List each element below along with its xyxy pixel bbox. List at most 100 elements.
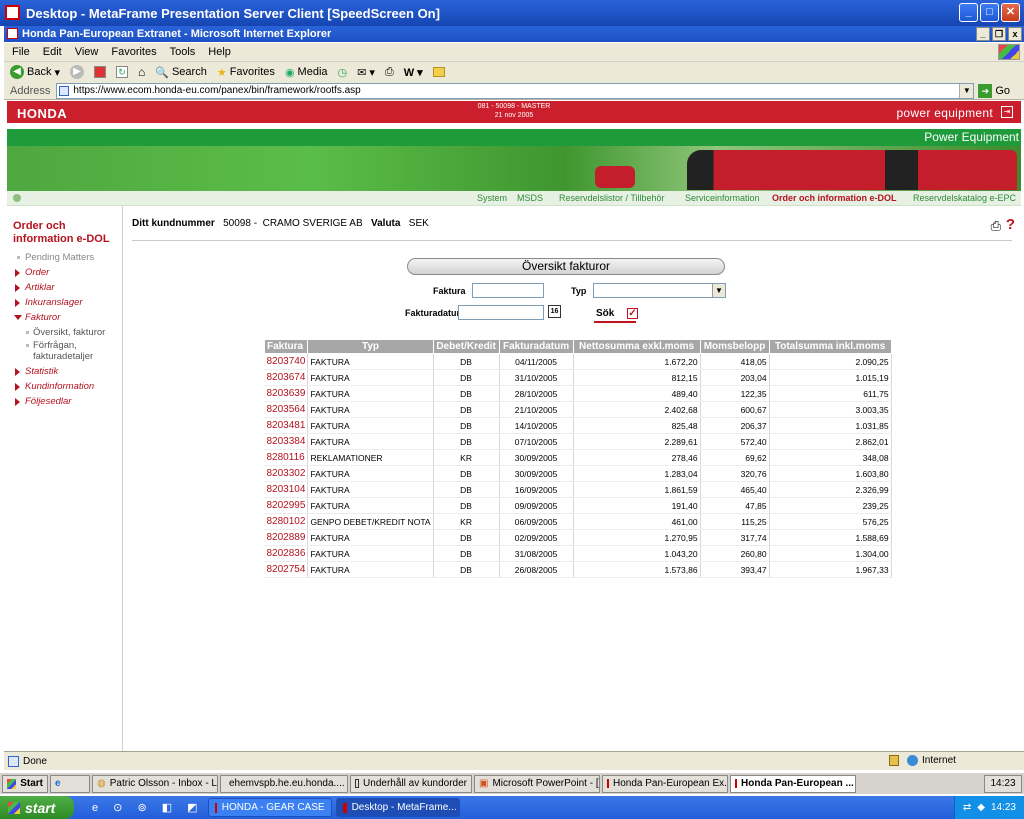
ie-minimize-button[interactable]: _: [976, 27, 990, 41]
taskbar-item-underhall[interactable]: Underhåll av kundorder: [350, 774, 472, 793]
invoice-number-link[interactable]: 8203740: [264, 353, 309, 370]
calendar-icon[interactable]: 16: [548, 305, 561, 318]
invoice-number-link[interactable]: 8203104: [264, 481, 309, 498]
sidebar-subitem-forfragan[interactable]: Förfrågan, fakturadetaljer: [13, 340, 122, 362]
sok-checkbox[interactable]: ✓: [627, 308, 638, 319]
table-row[interactable]: 8202889 FAKTURA DB 02/09/2005 1.270,95 317,74…: [264, 529, 892, 546]
refresh-icon[interactable]: ↻: [116, 66, 128, 78]
sok-underline: [594, 321, 636, 323]
table-row[interactable]: 8203481 FAKTURA DB 14/10/2005 825,48 206,37 1.…: [264, 417, 892, 434]
quicklaunch-icons[interactable]: e ⊙ ⊚ ◧ ◩: [92, 801, 204, 814]
sidebar-item-order[interactable]: Order: [13, 265, 122, 280]
invoice-number-link[interactable]: 8202995: [264, 497, 309, 514]
menu-file[interactable]: File: [12, 46, 30, 58]
fakturadatum-input[interactable]: [458, 305, 544, 320]
taskbar-item-honda-ex[interactable]: Honda Pan-European Ex...: [602, 774, 728, 793]
history-icon[interactable]: ◷: [338, 66, 348, 79]
sok-label[interactable]: Sök: [596, 308, 614, 319]
nav-system[interactable]: System: [477, 193, 507, 203]
invoice-type: FAKTURA: [307, 545, 434, 562]
favorites-button[interactable]: ★ Favorites: [217, 66, 275, 79]
invoice-date: 31/08/2005: [499, 545, 574, 562]
menu-favorites[interactable]: Favorites: [111, 46, 156, 58]
back-button[interactable]: ◀ Back ▾: [10, 65, 60, 79]
address-input[interactable]: https://www.ecom.honda-eu.com/panex/bin/…: [56, 82, 975, 99]
taskbar-item-powerpoint[interactable]: ▣ Microsoft PowerPoint - [...: [474, 774, 600, 793]
search-button[interactable]: 🔍 Search: [155, 66, 207, 79]
sidebar-item-fakturor[interactable]: Fakturor: [13, 310, 122, 325]
quicklaunch-ie-icon[interactable]: e: [50, 774, 90, 793]
invoice-number-link[interactable]: 8203384: [264, 433, 309, 450]
invoice-number-link[interactable]: 8203674: [264, 369, 309, 386]
menu-tools[interactable]: Tools: [170, 46, 196, 58]
forward-button[interactable]: ▶: [70, 65, 84, 79]
print-toolbar-icon[interactable]: ⎙: [385, 66, 394, 79]
nav-reservdelslistor[interactable]: Reservdelslistor / Tillbehör: [559, 193, 665, 203]
nav-serviceinformation[interactable]: Serviceinformation: [685, 193, 760, 203]
invoice-number-link[interactable]: 8203564: [264, 401, 309, 418]
folder-icon[interactable]: [432, 67, 445, 77]
invoice-debit-credit: DB: [433, 481, 500, 498]
exit-icon[interactable]: ⇥: [1001, 106, 1013, 118]
table-row[interactable]: 8280102 GENPO DEBET/KREDIT NOTA KR 06/09/20…: [264, 513, 892, 530]
help-icon[interactable]: ?: [1006, 216, 1015, 233]
faktura-input[interactable]: [472, 283, 544, 298]
sidebar-item-kundinformation[interactable]: Kundinformation: [13, 379, 122, 394]
sidebar-item-pending-matters[interactable]: Pending Matters: [13, 250, 122, 265]
mail-icon[interactable]: ✉ ▾: [357, 66, 375, 79]
table-row[interactable]: 8203740 FAKTURA DB 04/11/2005 1.672,20 418,05…: [264, 353, 892, 370]
menu-view[interactable]: View: [75, 46, 99, 58]
nav-order-information[interactable]: Order och information e-DOL: [772, 193, 897, 203]
invoice-number-link[interactable]: 8280116: [264, 449, 309, 466]
taskbar-item-inbox[interactable]: ◍ Patric Olsson - Inbox - L...: [92, 774, 218, 793]
nav-reservdelskatalog[interactable]: Reservdelskatalog e-EPC: [913, 193, 1016, 203]
remote-start-button[interactable]: Start: [2, 774, 48, 793]
menu-edit[interactable]: Edit: [43, 46, 62, 58]
menu-help[interactable]: Help: [208, 46, 231, 58]
start-button[interactable]: start: [0, 796, 74, 819]
invoice-number-link[interactable]: 8203302: [264, 465, 309, 482]
go-button[interactable]: ➔ Go: [978, 83, 1010, 98]
invoice-number-link[interactable]: 8203481: [264, 417, 309, 434]
table-row[interactable]: 8280116 REKLAMATIONER KR 30/09/2005 278,46 69…: [264, 449, 892, 466]
print-icon[interactable]: ⎙: [991, 218, 1001, 234]
invoice-number-link[interactable]: 8202836: [264, 545, 309, 562]
sidebar-item-inkuranslager[interactable]: Inkuranslager: [13, 295, 122, 310]
maximize-button[interactable]: □: [980, 3, 999, 22]
sidebar-subitem-oversikt[interactable]: Översikt, fakturor: [13, 327, 122, 338]
sidebar-item-statistik[interactable]: Statistik: [13, 364, 122, 379]
ie-close-button[interactable]: x: [1008, 27, 1022, 41]
table-row[interactable]: 8203384 FAKTURA DB 07/10/2005 2.289,61 572,40…: [264, 433, 892, 450]
invoice-number-link[interactable]: 8202889: [264, 529, 309, 546]
table-row[interactable]: 8203104 FAKTURA DB 16/09/2005 1.861,59 465,40…: [264, 481, 892, 498]
address-dropdown-icon[interactable]: ▼: [959, 83, 974, 98]
security-icon[interactable]: ◆: [977, 802, 985, 813]
table-row[interactable]: 8203639 FAKTURA DB 28/10/2005 489,40 122,35 61…: [264, 385, 892, 402]
media-button[interactable]: ◉ Media: [285, 66, 328, 79]
invoice-number-link[interactable]: 8202754: [264, 561, 309, 578]
sidebar-item-foljesedlar[interactable]: Följesedlar: [13, 394, 122, 409]
stop-icon[interactable]: [94, 66, 106, 78]
minimize-button[interactable]: _: [959, 3, 978, 22]
table-row[interactable]: 8203564 FAKTURA DB 21/10/2005 2.402,68 600,67…: [264, 401, 892, 418]
taskbar-item-metaframe[interactable]: Desktop - MetaFrame...: [335, 798, 460, 817]
table-row[interactable]: 8202836 FAKTURA DB 31/08/2005 1.043,20 260,80…: [264, 545, 892, 562]
invoice-number-link[interactable]: 8203639: [264, 385, 309, 402]
taskbar-item-gear-case[interactable]: HONDA - GEAR CASE: [207, 798, 332, 817]
typ-select[interactable]: ▼: [593, 283, 726, 298]
address-url: https://www.ecom.honda-eu.com/panex/bin/…: [73, 85, 361, 96]
ie-restore-button[interactable]: ❐: [992, 27, 1006, 41]
invoice-number-link[interactable]: 8280102: [264, 513, 309, 530]
table-row[interactable]: 8203674 FAKTURA DB 31/10/2005 812,15 203,04 1.…: [264, 369, 892, 386]
taskbar-item-ehemvspb[interactable]: ehemvspb.he.eu.honda....: [220, 774, 348, 793]
word-icon[interactable]: W ▾: [404, 66, 423, 79]
table-row[interactable]: 8203302 FAKTURA DB 30/09/2005 1.283,04 320,76…: [264, 465, 892, 482]
table-row[interactable]: 8202995 FAKTURA DB 09/09/2005 191,40 47,85 239…: [264, 497, 892, 514]
taskbar-item-honda-active[interactable]: Honda Pan-European ...: [730, 774, 856, 793]
table-row[interactable]: 8202754 FAKTURA DB 26/08/2005 1.573,86 393,47…: [264, 561, 892, 578]
sidebar-item-artiklar[interactable]: Artiklar: [13, 280, 122, 295]
network-icon[interactable]: ⇄: [963, 802, 971, 813]
close-button[interactable]: ✕: [1001, 3, 1020, 22]
nav-msds[interactable]: MSDS: [517, 193, 543, 203]
home-icon[interactable]: ⌂: [138, 65, 145, 79]
